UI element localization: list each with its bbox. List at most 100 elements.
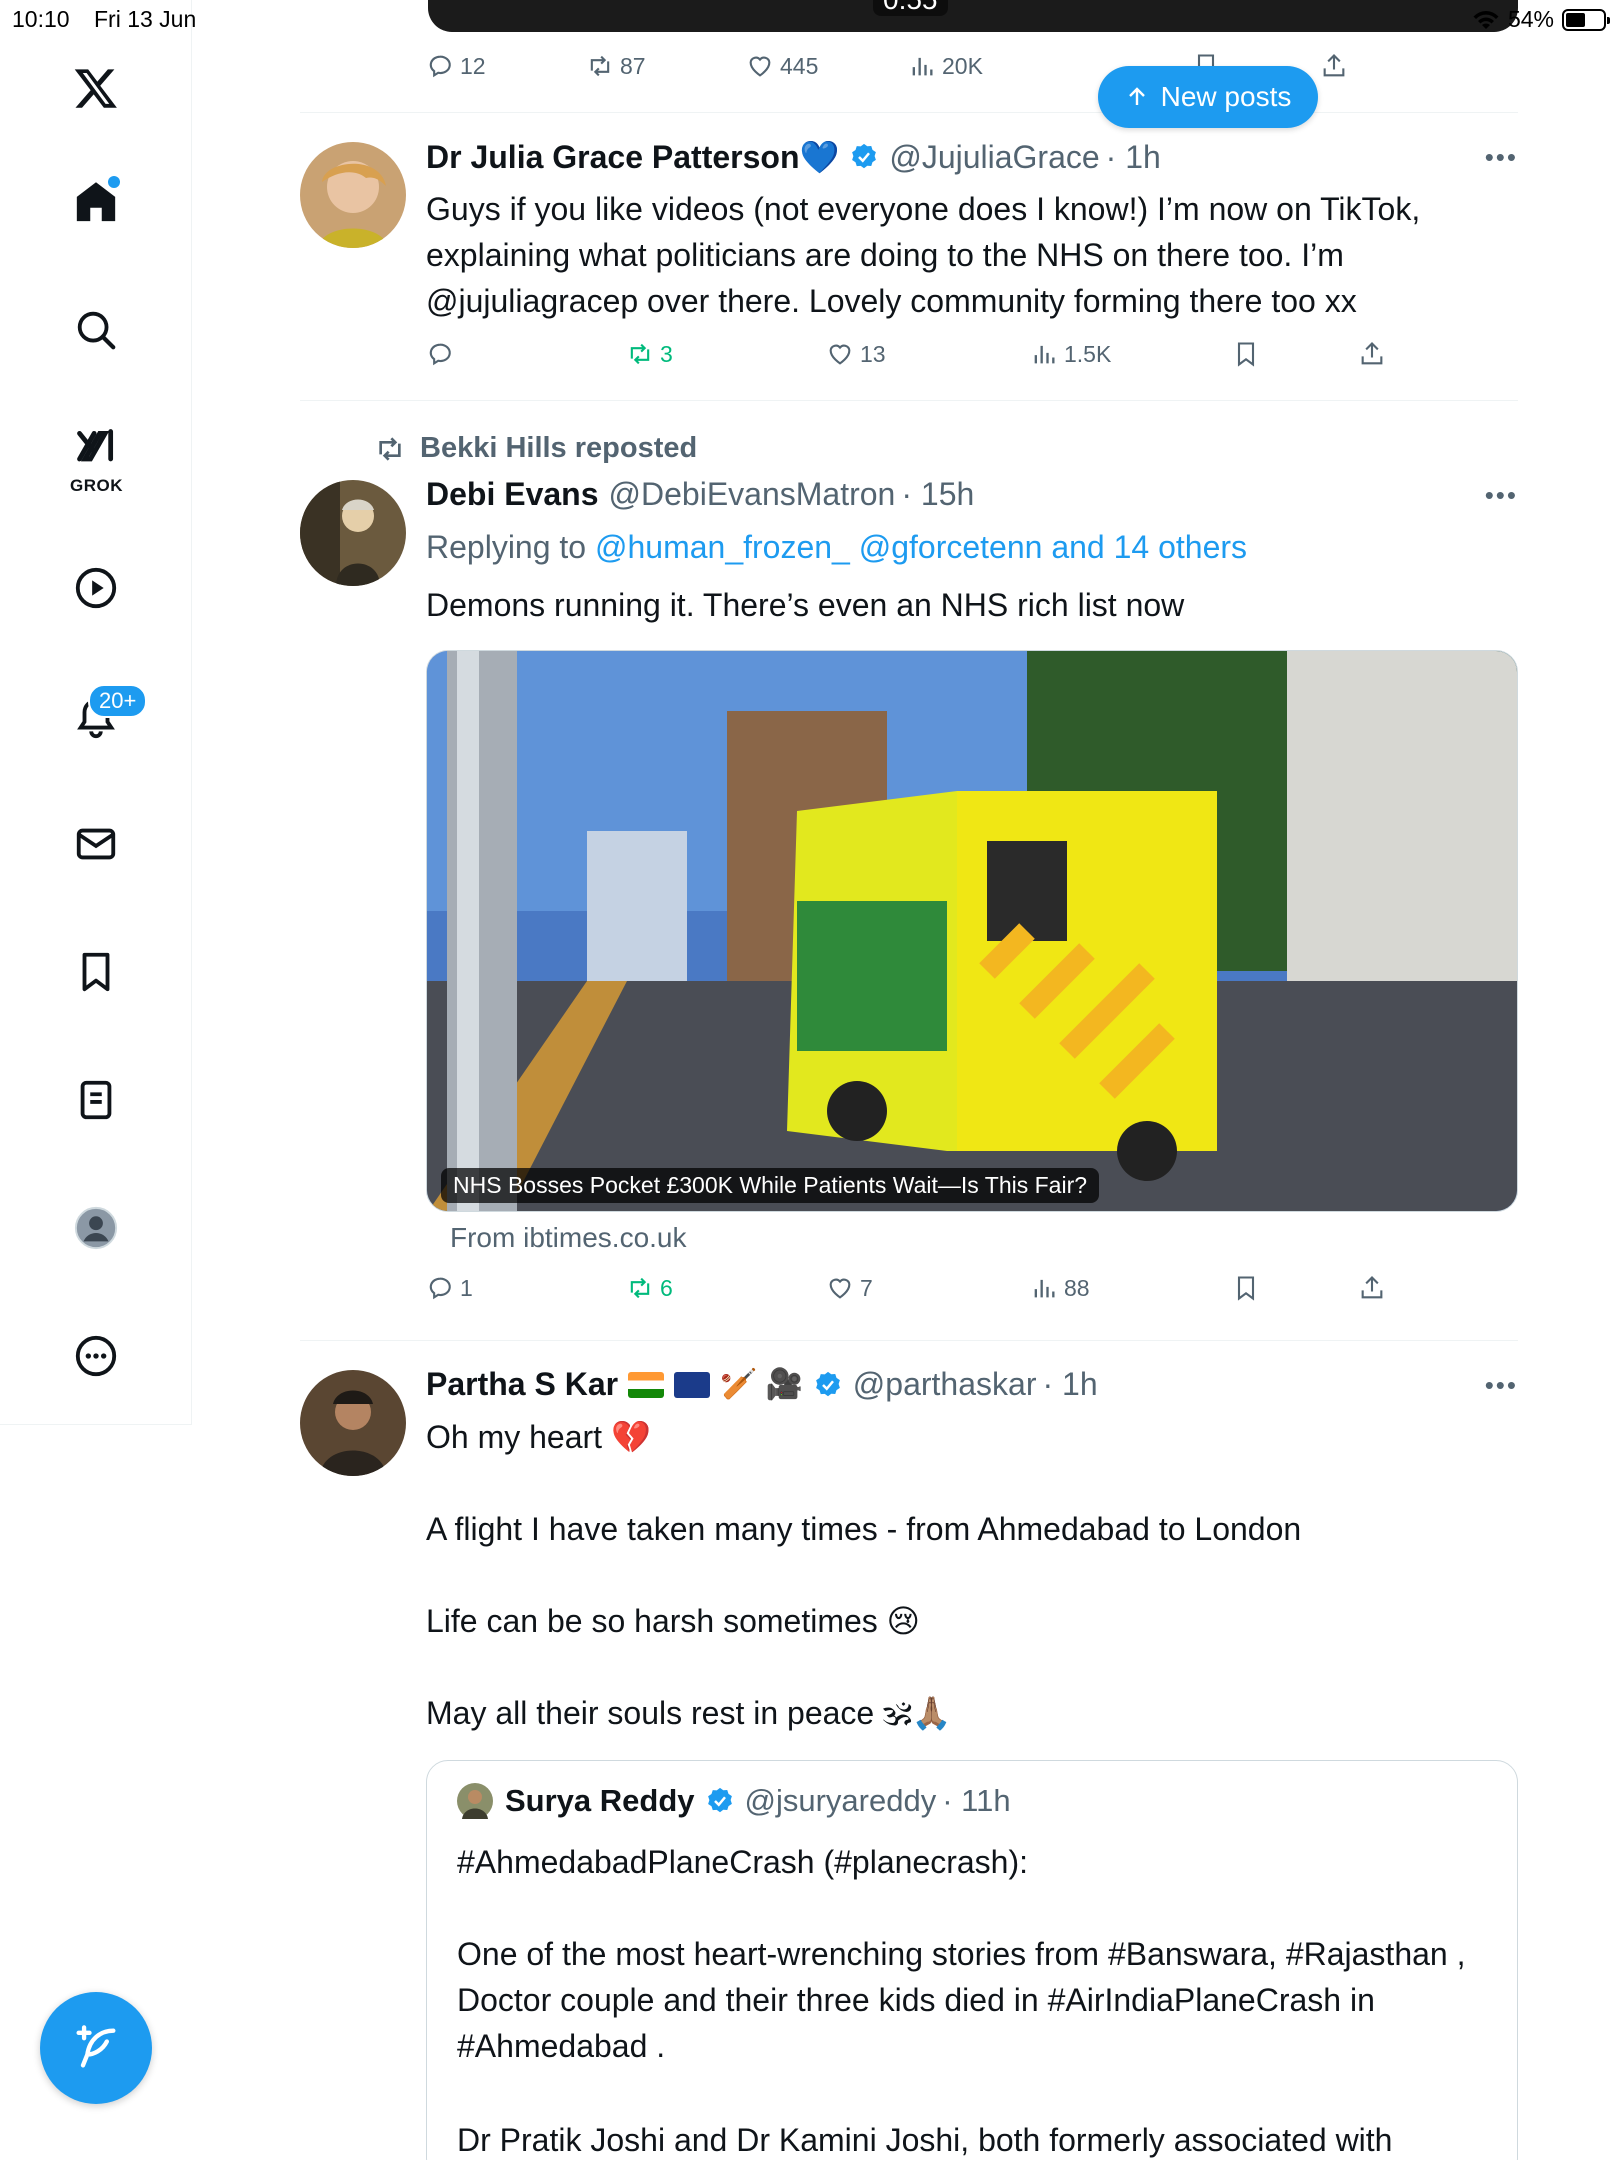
share-button[interactable] [1358,340,1386,368]
bookmarks-icon[interactable] [66,942,126,1002]
reply-button[interactable] [426,340,460,368]
home-icon[interactable] [66,172,126,232]
author-line: Debi Evans @DebiEvansMatron · 15h [426,476,974,513]
avatar[interactable] [300,480,406,586]
repost-count: 3 [660,340,673,367]
link-source[interactable]: From ibtimes.co.uk [450,1222,687,1254]
post-text-line-3: Life can be so harsh sometimes 😢 [426,1603,921,1639]
more-icon[interactable]: ••• [1485,1370,1518,1401]
author-handle[interactable]: @JujuliaGrace [889,139,1099,176]
camera-icon: 🎥 [765,1368,803,1401]
quoted-author-name: Surya Reddy [505,1783,695,1818]
view-count: 88 [1064,1274,1090,1301]
grok-icon[interactable] [66,418,126,478]
search-icon[interactable] [66,300,126,360]
uk-flag-icon [674,1371,711,1398]
link-card-image[interactable]: NHS Bosses Pocket £300K While Patients W… [426,650,1518,1212]
post-text-line-4: May all their souls rest in peace 🕉🙏🏽 [426,1695,952,1731]
quoted-text-line-1: #AhmedabadPlaneCrash (#planecrash): [457,1844,1029,1880]
author-handle[interactable]: @parthaskar [853,1366,1037,1403]
messages-icon[interactable] [66,814,126,874]
share-icon [1361,342,1383,365]
verified-badge-icon [852,143,877,169]
repost-icon [590,55,610,77]
profile-avatar-icon[interactable] [66,1198,126,1258]
like-button[interactable]: 7 [826,1274,873,1302]
post-actions: 3 13 1.5K [426,340,1526,380]
views-button[interactable]: 20K [908,52,983,80]
heart-icon [829,344,851,365]
reposted-by[interactable]: Bekki Hills reposted [420,432,697,465]
author-name[interactable]: Partha S Kar [426,1366,618,1403]
repost-button[interactable]: 6 [626,1274,673,1302]
repost-icon [630,343,650,365]
reply-button[interactable]: 12 [426,52,486,80]
verified-badge-icon [815,1371,840,1396]
view-count: 1.5K [1064,340,1112,367]
author-name[interactable]: Debi Evans [426,476,599,513]
repost-icon [630,1277,650,1299]
author-handle[interactable]: @DebiEvansMatron [609,476,896,513]
quoted-text-line-2: One of the most heart-wrenching stories … [457,1936,1466,2064]
wifi-icon [1473,10,1499,29]
views-button[interactable]: 88 [1030,1274,1090,1302]
replying-line: Replying to @human_frozen_ @gforcetenn a… [426,524,1506,570]
repost-count: 87 [620,52,646,79]
heart-icon [749,56,771,77]
bookmark-icon [1237,1276,1255,1301]
replying-targets[interactable]: @human_frozen_ @gforcetenn and 14 others [595,529,1247,565]
like-count: 7 [860,1274,873,1301]
heart-icon [829,1278,851,1299]
avatar[interactable] [300,1370,406,1476]
bookmark-icon [1237,342,1255,367]
battery-fill [1566,12,1586,27]
battery-percent: 54% [1507,6,1554,32]
like-button[interactable]: 13 [826,340,886,368]
avatar[interactable] [300,142,406,248]
repost-icon [379,436,401,461]
share-icon [1323,54,1345,77]
repost-button[interactable]: 87 [586,52,646,80]
cricket-icon: 🏏 [720,1368,758,1401]
views-icon [1034,1279,1055,1298]
video-icon[interactable] [66,558,126,618]
quoted-post[interactable]: Surya Reddy @jsuryareddy · 11h #Ahmedaba… [426,1760,1518,2160]
link-card-title: NHS Bosses Pocket £300K While Patients W… [441,1168,1100,1203]
post-actions: 1 6 7 88 [426,1274,1526,1314]
quoted-text-line-3: Dr Pratik Joshi and Dr Kamini Joshi, bot… [457,2122,1393,2158]
reply-button[interactable]: 1 [426,1274,473,1302]
more-icon[interactable]: ••• [1485,480,1518,511]
views-button[interactable]: 1.5K [1030,340,1111,368]
divider [300,1340,1518,1341]
india-flag-icon [628,1371,665,1398]
share-button[interactable] [1320,52,1348,80]
post-time: · 15h [901,476,975,512]
bookmark-button[interactable] [1232,340,1260,368]
views-icon [912,57,933,76]
new-posts-label: New posts [1160,81,1292,112]
replying-prefix: Replying to [426,529,595,565]
more-options-icon[interactable] [66,1326,126,1386]
reply-icon [429,343,451,366]
sidebar: GROK 20+ [0,0,192,1425]
like-button[interactable]: 445 [746,52,818,80]
reply-icon [429,1277,451,1300]
more-icon[interactable]: ••• [1485,142,1518,173]
author-name[interactable]: Dr Julia Grace Patterson💙 [426,138,839,176]
views-icon [1034,345,1055,364]
lists-icon[interactable] [66,1070,126,1130]
share-button[interactable] [1358,1274,1386,1302]
post-text: Demons running it. There’s even an NHS r… [426,587,1185,623]
compose-post-button[interactable] [40,1992,152,2104]
author-line: Partha S Kar 🏏 🎥 @parthaskar · 1h [426,1366,1098,1403]
repost-button[interactable]: 3 [626,340,673,368]
notifications-badge: 20+ [88,684,148,718]
divider [300,112,1518,113]
bookmark-button[interactable] [1232,1274,1260,1302]
x-logo-icon[interactable] [66,58,126,118]
reply-count: 12 [460,52,486,79]
repost-count: 6 [660,1274,673,1301]
reply-icon [429,55,451,78]
new-posts-button[interactable]: New posts [1098,66,1318,128]
status-right: 54% [1472,6,1610,33]
